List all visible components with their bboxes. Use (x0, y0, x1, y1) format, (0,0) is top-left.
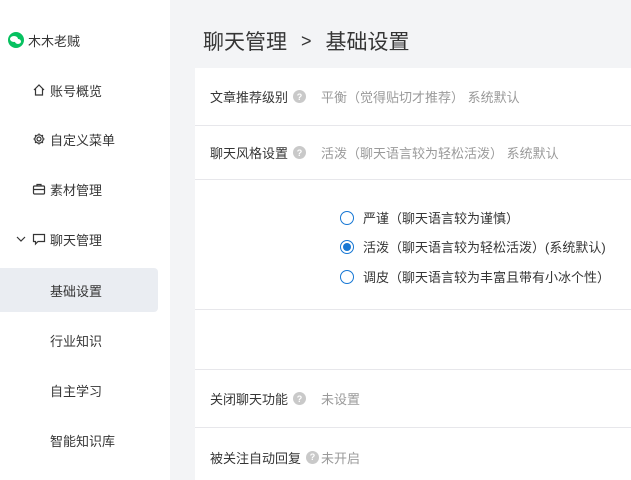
radio-button[interactable] (340, 210, 354, 225)
radio-option-lively[interactable]: 活泼（聊天语言较为轻松活泼）(系统默认) (340, 237, 606, 256)
setting-value: 未设置 (321, 392, 361, 407)
breadcrumb-current: 基础设置 (325, 31, 410, 54)
radio-button[interactable] (340, 269, 354, 284)
radio-label: 严谨（聊天语言较为谨慎） (363, 211, 520, 226)
sidebar-item-industry-knowledge[interactable]: 行业知识 (0, 318, 158, 362)
radio-label: 调皮（聊天语言较为丰富且带有小冰个性） (363, 270, 611, 285)
help-icon[interactable]: ? (293, 90, 307, 103)
sidebar-item-label: 智能知识库 (50, 433, 116, 449)
wechat-logo-icon (8, 32, 24, 48)
help-icon[interactable]: ? (293, 392, 307, 405)
chat-icon (31, 231, 47, 247)
home-icon (31, 82, 47, 98)
setting-label: 聊天风格设置 (210, 146, 289, 161)
sidebar-item-self-learning[interactable]: 自主学习 (0, 368, 158, 412)
setting-label: 文章推荐级别 (210, 90, 289, 105)
sidebar-item-chat-management[interactable]: 聊天管理 (0, 217, 158, 261)
options-spacer (195, 310, 631, 370)
setting-value: 未开启 (321, 450, 361, 466)
sidebar-item-basic-settings[interactable]: 基础设置 (0, 268, 158, 312)
sidebar-item-materials[interactable]: 素材管理 (0, 167, 158, 211)
radio-option-strict[interactable]: 严谨（聊天语言较为谨慎） (340, 208, 519, 227)
help-icon[interactable]: ? (293, 146, 307, 159)
setting-row-auto-reply[interactable]: 被关注自动回复 ? 未开启 (195, 428, 631, 480)
sidebar-item-custom-menu[interactable]: 自定义菜单 (0, 117, 158, 161)
sidebar-item-knowledge-base[interactable]: 智能知识库 (0, 418, 158, 462)
account-name: 木木老贼 (28, 33, 81, 49)
chevron-down-icon (14, 232, 28, 246)
radio-button-checked[interactable] (340, 239, 354, 254)
settings-panel: 文章推荐级别 ? 平衡（觉得贴切才推荐） 系统默认 聊天风格设置 ? 活泼（聊天… (195, 68, 631, 480)
setting-row-chat-style[interactable]: 聊天风格设置 ? 活泼（聊天语言较为轻松活泼） 系统默认 (195, 126, 631, 180)
setting-label: 关闭聊天功能 (210, 392, 289, 407)
main-content: 聊天管理 > 基础设置 文章推荐级别 ? 平衡（觉得贴切才推荐） 系统默认 聊天… (195, 0, 631, 480)
setting-label: 被关注自动回复 (210, 450, 302, 466)
breadcrumb-parent[interactable]: 聊天管理 (203, 26, 287, 56)
sidebar-item-label: 素材管理 (50, 182, 103, 198)
account-switcher[interactable]: 木木老贼 (8, 30, 80, 50)
radio-option-playful[interactable]: 调皮（聊天语言较为丰富且带有小冰个性） (340, 267, 610, 286)
sidebar: 木木老贼 账号概览 自定义菜单 素材管理 聊天管理 基础设置 行业知识 自主学习… (0, 0, 170, 480)
sidebar-item-label: 自定义菜单 (50, 132, 116, 148)
setting-row-close-chat[interactable]: 关闭聊天功能 ? 未设置 (195, 370, 631, 428)
sidebar-item-label: 自主学习 (50, 383, 103, 399)
radio-label: 活泼（聊天语言较为轻松活泼）(系统默认) (363, 240, 606, 255)
briefcase-icon (31, 181, 47, 197)
setting-value: 活泼（聊天语言较为轻松活泼） 系统默认 (321, 146, 559, 161)
setting-row-article-level: 文章推荐级别 ? 平衡（觉得贴切才推荐） 系统默认 (195, 68, 631, 126)
sidebar-item-label: 行业知识 (50, 333, 103, 349)
sidebar-item-label: 账号概览 (50, 83, 103, 99)
gear-icon (31, 131, 47, 147)
sidebar-item-label: 基础设置 (50, 283, 103, 299)
setting-value: 平衡（觉得贴切才推荐） 系统默认 (321, 90, 520, 105)
sidebar-item-account-overview[interactable]: 账号概览 (0, 68, 158, 112)
sidebar-item-label: 聊天管理 (50, 232, 103, 248)
chat-style-options: 严谨（聊天语言较为谨慎） 活泼（聊天语言较为轻松活泼）(系统默认) 调皮（聊天语… (195, 180, 631, 310)
breadcrumb-separator: > (301, 30, 312, 51)
breadcrumb: 聊天管理 > 基础设置 (203, 26, 410, 56)
help-icon[interactable]: ? (306, 450, 320, 464)
